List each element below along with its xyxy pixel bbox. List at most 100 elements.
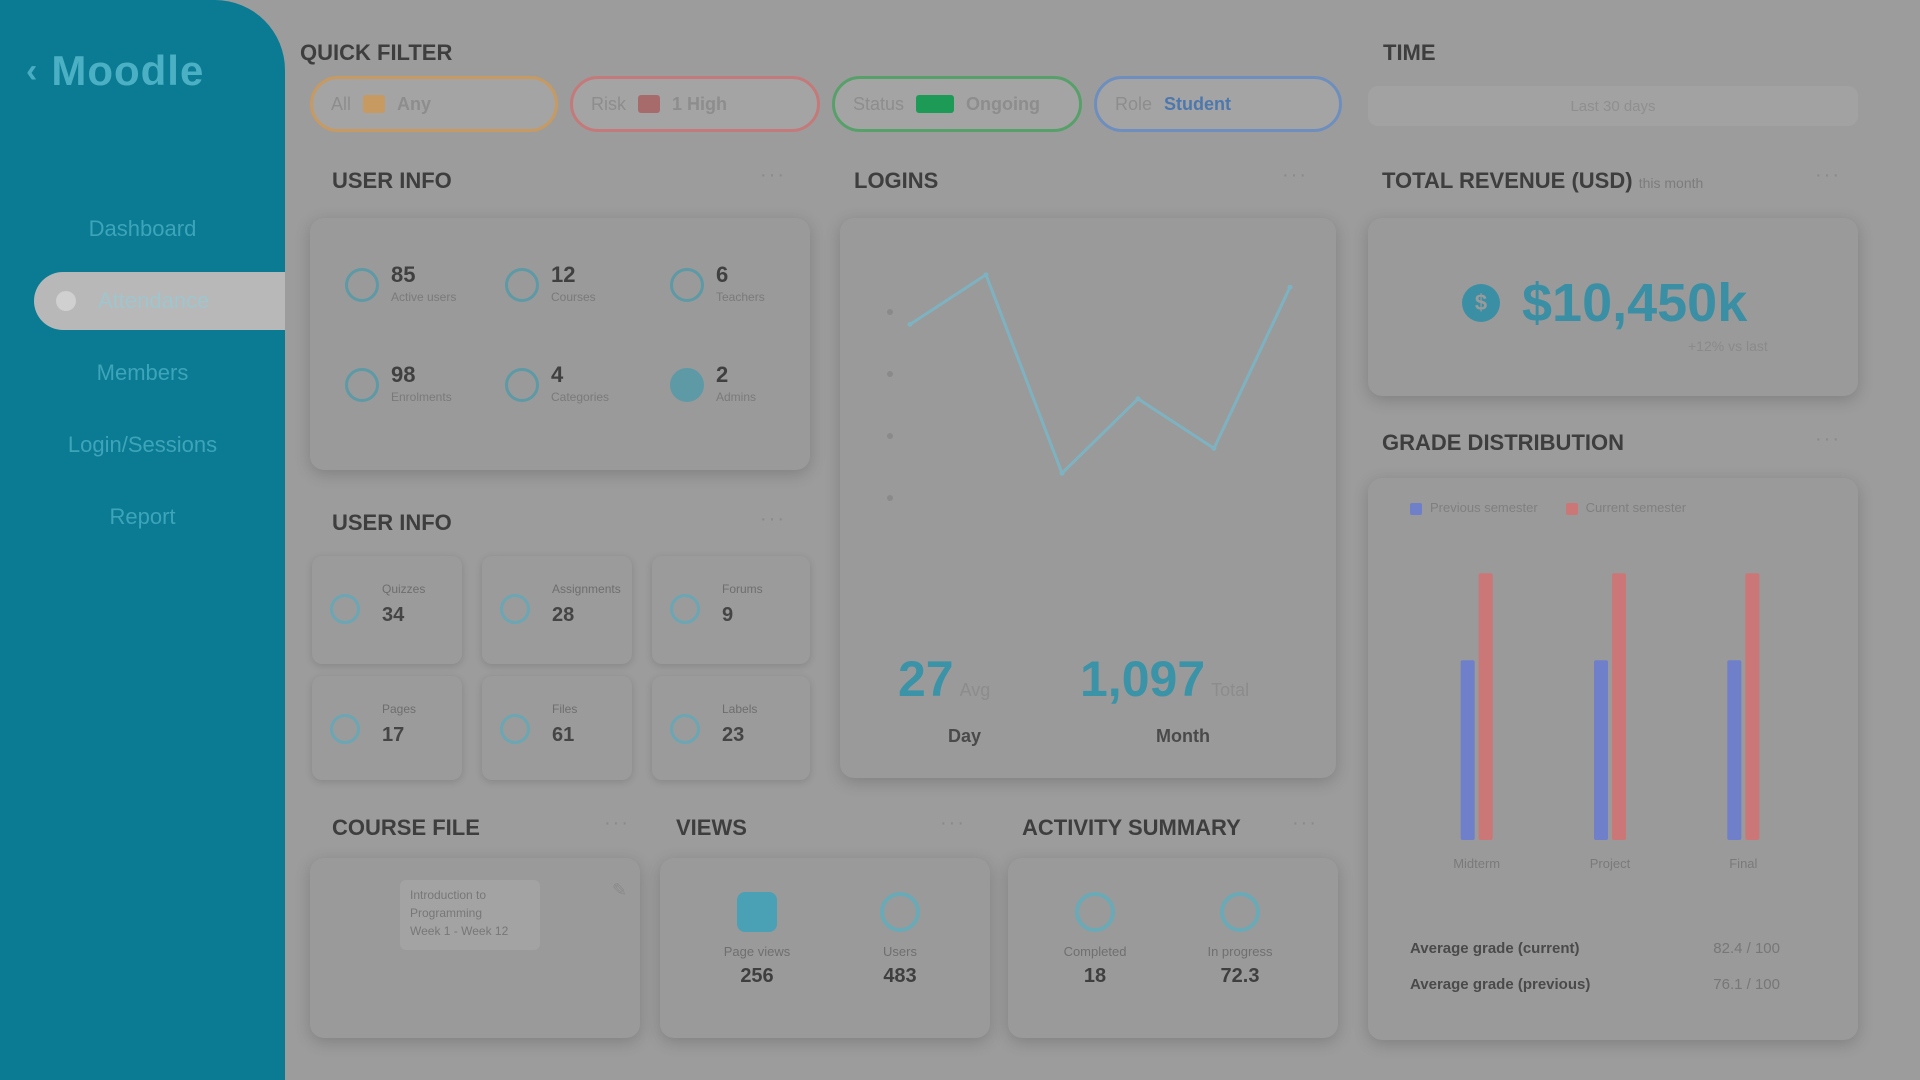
- stat-value: 483: [883, 965, 917, 987]
- tile-ring-icon: [500, 714, 530, 744]
- metric-ring-icon: [505, 368, 539, 402]
- stat-value: 256: [740, 965, 774, 987]
- sidebar-item-dashboard[interactable]: Dashboard: [0, 200, 285, 258]
- bar: [1460, 660, 1475, 840]
- chip-swatch-icon: [916, 95, 955, 113]
- brand-logo: Moodle: [51, 47, 205, 94]
- panel-title: USER INFO: [332, 168, 452, 193]
- bar: [1612, 573, 1626, 840]
- sidebar-item-members[interactable]: Members: [0, 344, 285, 402]
- activity-stat: Completed 18: [1035, 892, 1155, 988]
- legend-label: Current semester: [1585, 500, 1687, 515]
- filter-chip-role[interactable]: Role Student: [1094, 76, 1342, 132]
- more-icon[interactable]: ···: [1815, 164, 1841, 187]
- views-stat: Page views 256: [697, 892, 817, 988]
- sidebar-item-label: Attendance: [98, 288, 210, 313]
- metric-label: Admins: [716, 390, 757, 404]
- clock-icon: [1220, 892, 1260, 932]
- data-point: [1287, 284, 1293, 290]
- edit-icon[interactable]: ✎: [612, 880, 629, 901]
- chip-label: All: [331, 93, 352, 114]
- tile-ring-icon: [670, 714, 700, 744]
- stat-tile[interactable]: Forums 9: [652, 556, 810, 664]
- x-tick-label: Midterm: [1453, 856, 1500, 871]
- stat-value: 1,097: [1080, 651, 1206, 707]
- file-text: Programming: [410, 906, 483, 920]
- tile-label: Forums: [722, 582, 763, 596]
- stat-label: Completed: [1063, 944, 1127, 959]
- sidebar-item-label: Dashboard: [88, 216, 197, 241]
- coin-icon: $: [1462, 284, 1500, 322]
- tile-label: Files: [552, 702, 578, 716]
- metric-value: 6: [716, 262, 729, 287]
- stat-tile[interactable]: Labels 23: [652, 676, 810, 780]
- panel-title: USER INFO: [332, 510, 452, 535]
- more-icon[interactable]: ···: [604, 812, 630, 835]
- range-label: TIME: [1383, 40, 1436, 65]
- total-value: $ $10,450k: [1462, 272, 1747, 334]
- stat-tile[interactable]: Files 61: [482, 676, 632, 780]
- data-point: [1059, 470, 1065, 476]
- grid-icon: [737, 892, 777, 932]
- check-circle-icon: [1075, 892, 1115, 932]
- metric-value: 4: [551, 362, 564, 387]
- legend-label: Previous semester: [1430, 500, 1538, 515]
- sidebar-item-login-sessions[interactable]: Login/Sessions: [0, 416, 285, 474]
- metric-ring-icon: [670, 368, 704, 402]
- chip-value: Any: [397, 93, 432, 114]
- sidebar-item-report[interactable]: Report: [0, 488, 285, 546]
- stat-tile[interactable]: Pages 17: [312, 676, 462, 780]
- metric: 6 Teachers: [670, 262, 765, 304]
- tile-label: Quizzes: [382, 582, 426, 596]
- metric: 4 Categories: [505, 362, 609, 404]
- filters-label: QUICK FILTER: [300, 40, 453, 65]
- tile-value: 61: [552, 724, 575, 746]
- stat-tile[interactable]: Quizzes 34: [312, 556, 462, 664]
- stat-label: Month: [1156, 726, 1210, 746]
- bar: [1727, 660, 1742, 840]
- tile-label: Labels: [722, 702, 758, 716]
- more-icon[interactable]: ···: [760, 164, 786, 187]
- more-icon[interactable]: ···: [760, 508, 786, 531]
- logins-line-chart: [887, 272, 1293, 501]
- panel-title: TOTAL REVENUE (USD) this month: [1382, 168, 1703, 194]
- bar: [1478, 573, 1493, 840]
- summary-row: Average grade (current) 82.4 / 100: [1410, 940, 1780, 957]
- stat-tile[interactable]: Assignments 28: [482, 556, 632, 664]
- file-preview[interactable]: Introduction to Programming Week 1 - Wee…: [400, 880, 540, 950]
- chevron-left-icon[interactable]: ‹: [26, 52, 37, 91]
- more-icon[interactable]: ···: [940, 812, 966, 835]
- y-tick: [887, 309, 893, 315]
- more-icon[interactable]: ···: [1292, 812, 1318, 835]
- tile-label: Assignments: [552, 582, 621, 596]
- grade-bar-chart: Midterm Project Final: [1453, 573, 1760, 871]
- stat-label: Page views: [723, 944, 791, 959]
- metric-value: 98: [391, 362, 416, 387]
- legend-swatch-icon: [1410, 502, 1422, 515]
- more-icon[interactable]: ···: [1282, 164, 1308, 187]
- user-icon: [880, 892, 920, 932]
- panel-title-text: TOTAL REVENUE (USD): [1382, 168, 1633, 193]
- data-point: [1211, 445, 1217, 451]
- tile-ring-icon: [670, 594, 700, 624]
- tile-ring-icon: [330, 594, 360, 624]
- sidebar-item-attendance[interactable]: Attendance: [34, 272, 285, 330]
- active-dot-icon: [56, 291, 76, 311]
- y-tick: [887, 495, 893, 501]
- metric: 12 Courses: [505, 262, 596, 304]
- filter-chip-all[interactable]: All Any: [310, 76, 558, 132]
- metric-ring-icon: [345, 368, 379, 402]
- date-range-field[interactable]: Last 30 days: [1368, 86, 1858, 126]
- more-icon[interactable]: ···: [1815, 428, 1841, 451]
- stat-unit: Total: [1211, 680, 1250, 700]
- filter-chip-risk[interactable]: Risk 1 High: [570, 76, 820, 132]
- metric: 98 Enrolments: [345, 362, 452, 404]
- stat-unit: Avg: [959, 680, 991, 700]
- chip-swatch-icon: [638, 95, 660, 113]
- filter-chip-status[interactable]: Status Ongoing: [832, 76, 1082, 132]
- data-point: [1135, 396, 1141, 402]
- brand[interactable]: ‹ Moodle: [26, 47, 205, 94]
- sidebar: ‹ Moodle Dashboard Attendance Members Lo…: [0, 0, 285, 1080]
- chip-value: 1 High: [672, 93, 728, 114]
- metric-label: Courses: [551, 290, 596, 304]
